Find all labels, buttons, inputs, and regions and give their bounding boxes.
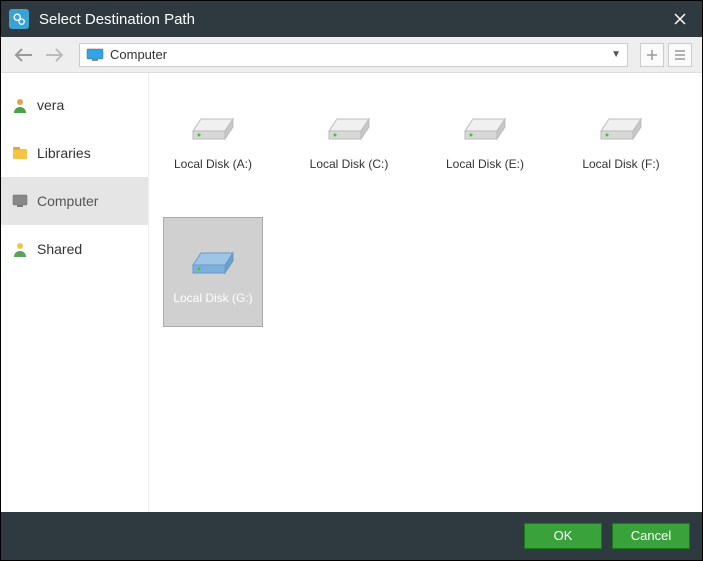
drive-label: Local Disk (E:) — [446, 157, 524, 171]
drive-label: Local Disk (F:) — [582, 157, 659, 171]
close-icon — [673, 12, 687, 26]
arrow-left-icon — [14, 48, 34, 62]
drive-label: Local Disk (G:) — [173, 291, 252, 305]
sidebar-item-libraries[interactable]: Libraries — [1, 129, 148, 177]
list-icon — [673, 48, 687, 62]
toolbar: Computer ▼ — [1, 37, 702, 73]
sidebar-item-label: Shared — [37, 241, 82, 257]
arrow-right-icon — [44, 48, 64, 62]
body: vera Libraries Computer Shared — [1, 73, 702, 512]
view-button[interactable] — [668, 43, 692, 67]
libraries-icon — [11, 144, 29, 162]
sidebar: vera Libraries Computer Shared — [1, 73, 149, 512]
drive-item[interactable]: Local Disk (C:) — [299, 83, 399, 193]
shared-icon — [11, 240, 29, 258]
sidebar-item-label: vera — [37, 97, 64, 113]
computer-icon — [86, 48, 104, 62]
breadcrumb[interactable]: Computer ▼ — [79, 43, 628, 67]
drive-label: Local Disk (C:) — [310, 157, 389, 171]
computer-icon — [11, 192, 29, 210]
plus-icon — [645, 48, 659, 62]
drive-label: Local Disk (A:) — [174, 157, 252, 171]
dialog-window: Select Destination Path Computer ▼ — [0, 0, 703, 561]
drive-item-selected[interactable]: Local Disk (G:) — [163, 217, 263, 327]
back-button[interactable] — [11, 42, 37, 68]
titlebar: Select Destination Path — [1, 1, 702, 37]
sidebar-item-user[interactable]: vera — [1, 81, 148, 129]
drive-item[interactable]: Local Disk (A:) — [163, 83, 263, 193]
disk-icon — [185, 105, 241, 147]
sidebar-item-label: Libraries — [37, 145, 91, 161]
disk-icon — [185, 239, 241, 281]
forward-button[interactable] — [41, 42, 67, 68]
sidebar-item-computer[interactable]: Computer — [1, 177, 148, 225]
drive-item[interactable]: Local Disk (E:) — [435, 83, 535, 193]
app-icon — [9, 9, 29, 29]
dialog-title: Select Destination Path — [39, 11, 666, 28]
dropdown-icon[interactable]: ▼ — [611, 49, 621, 60]
drive-item[interactable]: Local Disk (F:) — [571, 83, 671, 193]
footer: OK Cancel — [1, 512, 702, 560]
cancel-button[interactable]: Cancel — [612, 523, 690, 549]
sidebar-item-shared[interactable]: Shared — [1, 225, 148, 273]
user-icon — [11, 96, 29, 114]
disk-icon — [321, 105, 377, 147]
sidebar-item-label: Computer — [37, 193, 98, 209]
ok-button[interactable]: OK — [524, 523, 602, 549]
breadcrumb-label: Computer — [110, 47, 167, 62]
disk-icon — [593, 105, 649, 147]
close-button[interactable] — [666, 5, 694, 33]
disk-icon — [457, 105, 513, 147]
content-area: Local Disk (A:) Local Disk (C:) Local Di… — [149, 73, 702, 512]
new-folder-button[interactable] — [640, 43, 664, 67]
